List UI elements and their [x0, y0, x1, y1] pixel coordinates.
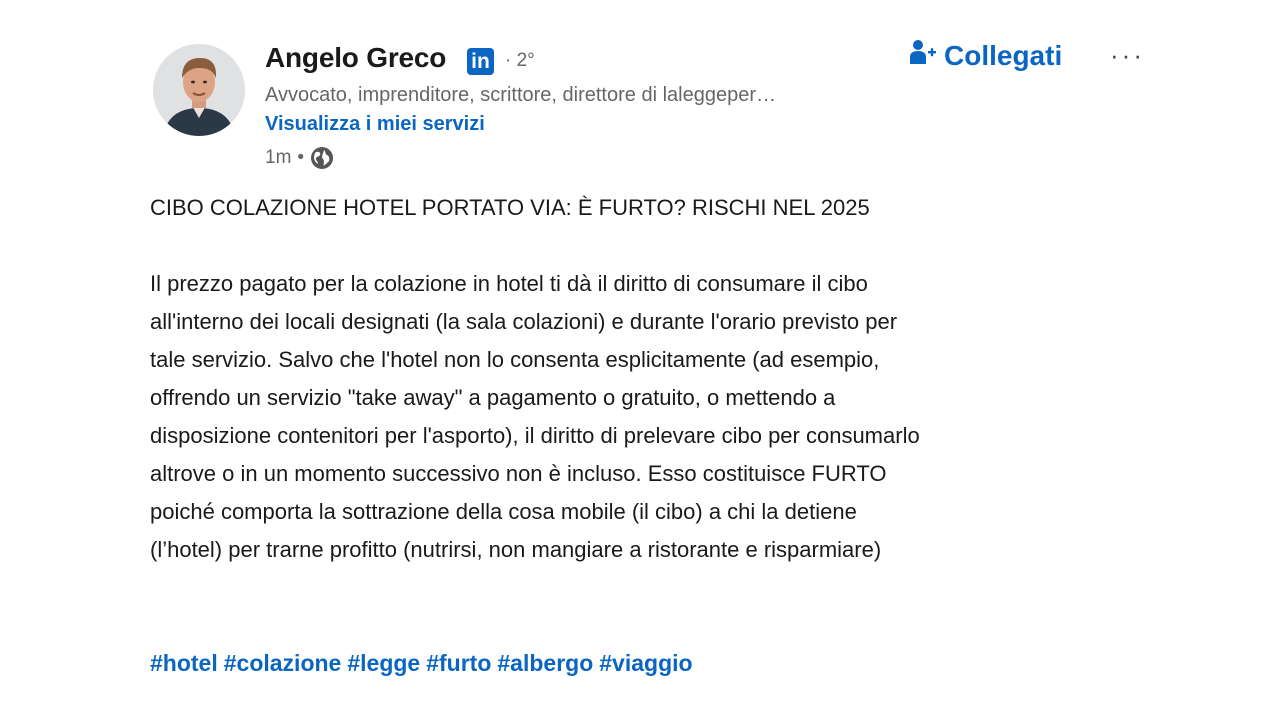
hashtag-viaggio[interactable]: #viaggio — [599, 650, 692, 677]
post-body-line: altrove o in un momento successivo non è… — [150, 461, 887, 486]
linkedin-icon: in — [467, 48, 494, 75]
add-person-icon — [910, 38, 936, 73]
hashtag-furto[interactable]: #furto — [426, 650, 491, 677]
services-link[interactable]: Visualizza i miei servizi — [265, 113, 485, 136]
meta-separator: • — [297, 147, 305, 168]
globe-icon — [310, 146, 334, 170]
author-avatar[interactable] — [153, 44, 245, 136]
post-time: 1m — [265, 147, 292, 168]
post-body-line: offrendo un servizio "take away" a pagam… — [150, 385, 836, 410]
more-options-icon[interactable]: ··· — [1110, 40, 1145, 71]
author-headline: Avvocato, imprenditore, scrittore, diret… — [265, 84, 776, 106]
connect-button[interactable]: Collegati — [910, 38, 1062, 73]
post-meta: 1m • — [265, 145, 334, 171]
post-title: CIBO COLAZIONE HOTEL PORTATO VIA: È FURT… — [150, 195, 870, 220]
hashtag-colazione[interactable]: #colazione — [224, 650, 342, 677]
hashtag-hotel[interactable]: #hotel — [150, 650, 218, 677]
connection-degree: · 2° — [505, 50, 535, 71]
post-body-line: all'interno dei locali designati (la sal… — [150, 309, 898, 334]
post-body-line: tale servizio. Salvo che l'hotel non lo … — [150, 347, 880, 372]
author-name[interactable]: Angelo Greco — [265, 42, 446, 74]
post-body-line: disposizione contenitori per l'asporto),… — [150, 423, 920, 448]
hashtag-list: #hotel #colazione #legge #furto #albergo… — [150, 650, 693, 677]
hashtag-legge[interactable]: #legge — [347, 650, 420, 677]
post-body: Il prezzo pagato per la colazione in hot… — [150, 265, 1150, 569]
post-body-line: poiché comporta la sottrazione della cos… — [150, 499, 857, 524]
post-body-line: (l’hotel) per trarne profitto (nutrirsi,… — [150, 537, 882, 562]
connect-label: Collegati — [944, 39, 1063, 71]
post-body-line: Il prezzo pagato per la colazione in hot… — [150, 271, 868, 296]
hashtag-albergo[interactable]: #albergo — [497, 650, 593, 677]
